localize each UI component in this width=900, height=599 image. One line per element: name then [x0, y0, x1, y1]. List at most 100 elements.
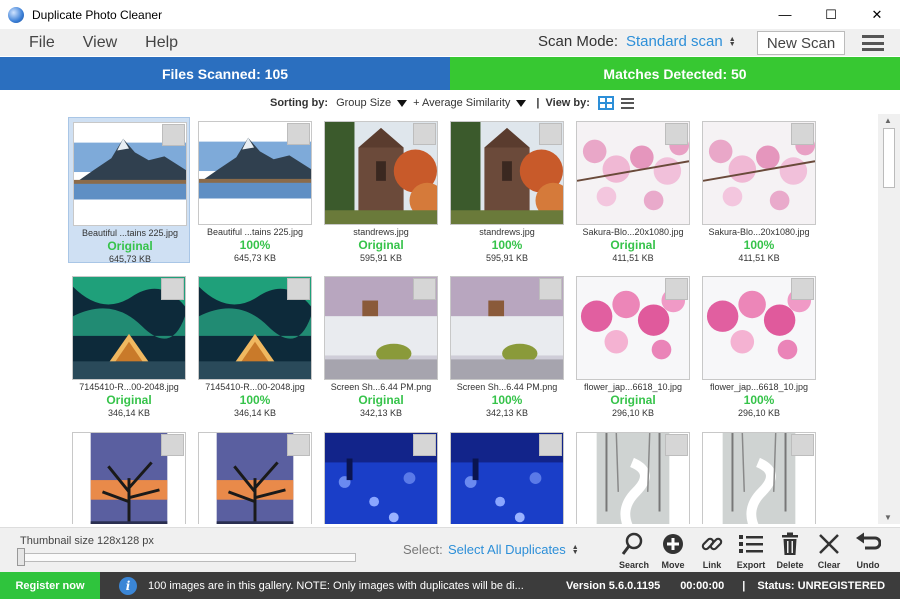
- select-checkbox[interactable]: [665, 434, 688, 456]
- sort-secondary[interactable]: + Average Similarity: [413, 97, 510, 109]
- scrollbar-thumb[interactable]: [883, 128, 895, 188]
- photo-tile[interactable]: Beautiful ...tains 225.jpg Original 645,73…: [68, 117, 190, 264]
- photo-thumbnail[interactable]: [450, 432, 564, 524]
- select-checkbox[interactable]: [287, 434, 310, 456]
- photo-tile[interactable]: 7145410-R...00-2048.jpg 100% 346,14 KB: [194, 272, 316, 418]
- select-checkbox[interactable]: [665, 278, 688, 300]
- select-checkbox[interactable]: [162, 124, 185, 146]
- maximize-button[interactable]: ☐: [808, 0, 854, 29]
- file-name: Beautiful ...tains 225.jpg: [206, 227, 304, 237]
- slider-handle[interactable]: [17, 548, 25, 566]
- photo-thumbnail[interactable]: [450, 121, 564, 225]
- move-button[interactable]: Move: [653, 532, 693, 572]
- select-checkbox[interactable]: [539, 434, 562, 456]
- list-view-icon[interactable]: [620, 97, 634, 109]
- menu-file[interactable]: File: [29, 34, 55, 52]
- select-checkbox[interactable]: [791, 123, 814, 145]
- photo-thumbnail[interactable]: [576, 276, 690, 380]
- minimize-button[interactable]: —: [762, 0, 808, 29]
- scroll-down-icon[interactable]: ▼: [884, 513, 892, 522]
- match-tag: Original: [107, 239, 153, 253]
- select-checkbox[interactable]: [161, 278, 184, 300]
- sort-secondary-dropdown-icon[interactable]: [516, 99, 527, 107]
- clear-label: Clear: [817, 560, 841, 570]
- thumbnail-size-slider[interactable]: [19, 553, 356, 562]
- scan-mode-select[interactable]: Standard scan ▲ ▼: [626, 33, 736, 50]
- sort-primary-dropdown-icon[interactable]: [397, 99, 408, 107]
- select-checkbox[interactable]: [539, 278, 562, 300]
- file-size: 595,91 KB: [485, 253, 529, 263]
- photo-tile[interactable]: flower_jap...6618_10.jpg Original 296,10 K…: [572, 272, 694, 418]
- move-label: Move: [661, 560, 685, 570]
- select-checkbox[interactable]: [161, 434, 184, 456]
- photo-tile[interactable]: Beautiful ...tains 225.jpg 100% 645,73 KB: [194, 117, 316, 263]
- vertical-scrollbar[interactable]: ▲ ▼: [878, 114, 900, 524]
- photo-tile[interactable]: [698, 428, 820, 524]
- select-checkbox[interactable]: [539, 123, 562, 145]
- matches-detected-count: Matches Detected: 50: [450, 57, 900, 90]
- photo-tile[interactable]: [572, 428, 694, 524]
- photo-thumbnail[interactable]: [73, 122, 187, 226]
- hamburger-menu-icon[interactable]: [862, 35, 884, 51]
- photo-thumbnail[interactable]: [198, 121, 312, 225]
- photo-thumbnail[interactable]: [576, 121, 690, 225]
- photo-thumbnail[interactable]: [324, 276, 438, 380]
- select-dropdown[interactable]: Select All Duplicates ▲ ▼: [448, 542, 579, 557]
- photo-thumbnail[interactable]: [72, 276, 186, 380]
- photo-tile[interactable]: [446, 428, 568, 524]
- files-scanned-count: Files Scanned: 105: [0, 57, 450, 90]
- photo-tile[interactable]: Sakura-Blo...20x1080.jpg 100% 411,51 KB: [698, 117, 820, 263]
- photo-tile[interactable]: standrews.jpg 100% 595,91 KB: [446, 117, 568, 263]
- sort-primary[interactable]: Group Size: [336, 97, 391, 109]
- photo-thumbnail[interactable]: [324, 121, 438, 225]
- photo-thumbnail[interactable]: [198, 276, 312, 380]
- undo-button[interactable]: Undo: [848, 532, 888, 572]
- photo-thumbnail[interactable]: [576, 432, 690, 524]
- menu-bar: File View Help Scan Mode: Standard scan …: [0, 29, 900, 56]
- photo-tile[interactable]: standrews.jpg Original 595,91 KB: [320, 117, 442, 263]
- photo-thumbnail[interactable]: [450, 276, 564, 380]
- select-checkbox[interactable]: [791, 278, 814, 300]
- clear-button[interactable]: Clear: [809, 532, 849, 572]
- select-checkbox[interactable]: [665, 123, 688, 145]
- photo-tile[interactable]: [194, 428, 316, 524]
- export-button[interactable]: Export: [731, 532, 771, 572]
- photo-tile[interactable]: Screen Sh...6.44 PM.png 100% 342,13 KB: [446, 272, 568, 418]
- select-checkbox[interactable]: [413, 123, 436, 145]
- scroll-up-icon[interactable]: ▲: [884, 116, 892, 125]
- photo-thumbnail[interactable]: [198, 432, 312, 524]
- sort-bar: Sorting by: Group Size + Average Similar…: [0, 92, 900, 114]
- select-checkbox[interactable]: [791, 434, 814, 456]
- photo-tile[interactable]: [68, 428, 190, 524]
- select-checkbox[interactable]: [287, 123, 310, 145]
- photo-thumbnail[interactable]: [702, 432, 816, 524]
- file-size: 346,14 KB: [233, 408, 277, 418]
- photo-tile[interactable]: 7145410-R...00-2048.jpg Original 346,14 KB: [68, 272, 190, 418]
- file-size: 645,73 KB: [108, 254, 152, 264]
- close-button[interactable]: ✕: [854, 0, 900, 29]
- link-button[interactable]: Link: [692, 532, 732, 572]
- select-checkbox[interactable]: [413, 434, 436, 456]
- search-button[interactable]: Search: [614, 532, 654, 572]
- delete-button[interactable]: Delete: [770, 532, 810, 572]
- register-now-button[interactable]: Register now: [0, 572, 100, 599]
- menu-help[interactable]: Help: [145, 34, 178, 52]
- grid-view-icon[interactable]: [597, 96, 614, 110]
- select-checkbox[interactable]: [287, 278, 310, 300]
- match-tag: Original: [610, 393, 656, 407]
- window-title: Duplicate Photo Cleaner: [32, 7, 163, 22]
- match-tag: 100%: [491, 238, 523, 252]
- photo-tile[interactable]: flower_jap...6618_10.jpg 100% 296,10 KB: [698, 272, 820, 418]
- photo-tile[interactable]: Screen Sh...6.44 PM.png Original 342,13 KB: [320, 272, 442, 418]
- photo-thumbnail[interactable]: [702, 276, 816, 380]
- photo-tile[interactable]: Sakura-Blo...20x1080.jpg Original 411,51 K…: [572, 117, 694, 263]
- menu-view[interactable]: View: [83, 34, 117, 52]
- new-scan-button[interactable]: New Scan: [757, 31, 845, 55]
- photo-tile[interactable]: [320, 428, 442, 524]
- select-checkbox[interactable]: [413, 278, 436, 300]
- photo-thumbnail[interactable]: [702, 121, 816, 225]
- photo-thumbnail[interactable]: [324, 432, 438, 524]
- photo-thumbnail[interactable]: [72, 432, 186, 524]
- photo-gallery: Beautiful ...tains 225.jpg Original 645,73…: [0, 114, 878, 524]
- magnifier-icon: [614, 532, 654, 556]
